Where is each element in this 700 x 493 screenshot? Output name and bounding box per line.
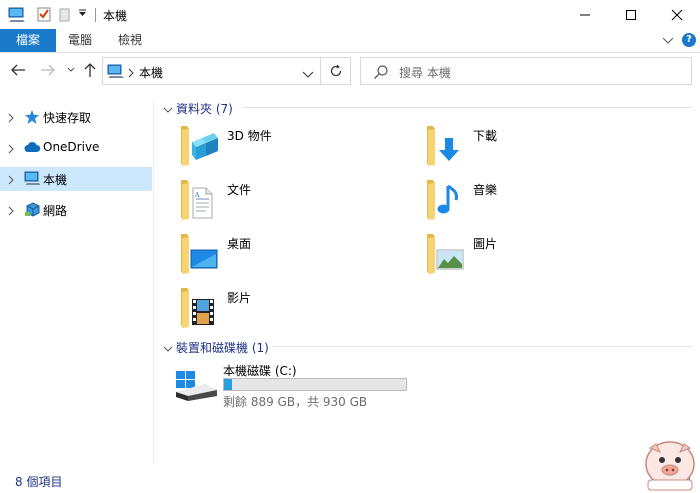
chevron-right-icon[interactable] [7,174,15,188]
desktop-icon [180,232,220,279]
search-input[interactable]: 搜尋 本機 [360,57,692,85]
address-bar[interactable]: 本機 [102,57,321,85]
drive-usage-fill [224,379,232,390]
chevron-right-icon[interactable] [127,67,135,81]
navigation-bar: 本機 搜尋 本機 [0,54,700,88]
drive-name: 本機磁碟 (C:) [223,364,297,378]
documents-icon: A [180,178,220,225]
chevron-right-icon[interactable] [7,143,15,157]
chevron-right-icon[interactable] [7,112,15,126]
file-list: 資料夾 (7) 3D 物件 下載 A 文件 音樂 桌面 圖片 影片 裝置和磁碟機… [160,96,700,466]
help-button[interactable]: ? [682,33,696,47]
search-placeholder: 搜尋 本機 [399,66,451,80]
folder-name: 音樂 [473,183,498,197]
new-folder-icon[interactable] [59,8,71,25]
item-count: 8 個項目 [15,475,63,489]
group-label: 裝置和磁碟機 (1) [176,341,269,355]
navigation-pane: 快速存取 OneDrive 本機 網路 [0,100,154,465]
chevron-down-icon[interactable] [302,68,314,82]
back-button[interactable] [10,62,26,78]
recent-locations-button[interactable] [63,62,79,78]
ribbon: 檔案 電腦 檢視 ? [0,29,700,53]
drive-item[interactable]: 本機磁碟 (C:) 剩餘 889 GB，共 930 GB [173,362,433,412]
folder-item[interactable]: 3D 物件 [180,124,420,174]
status-bar: 8 個項目 [0,467,700,493]
downloads-icon [426,124,466,171]
address-path[interactable]: 本機 [139,64,163,81]
tab-view[interactable]: 檢視 [110,29,150,52]
close-button[interactable] [654,0,700,30]
chevron-down-icon[interactable] [163,342,173,356]
network-icon [24,202,41,221]
svg-text:A: A [194,192,200,199]
watermark-logo [640,440,700,493]
up-button[interactable] [82,62,98,78]
this-pc-icon [24,171,41,189]
this-pc-icon[interactable] [8,7,26,26]
title-bar: 本機 [0,0,700,30]
folder-item[interactable]: 音樂 [426,178,666,228]
sidebar-item-label: 快速存取 [43,111,92,125]
properties-icon[interactable] [37,6,51,25]
folder-item[interactable]: 桌面 [180,232,420,282]
sidebar-item-this-pc[interactable]: 本機 [0,167,152,191]
cloud-icon [24,140,41,157]
search-icon [373,64,389,83]
folder-name: 圖片 [473,237,498,251]
window-title: 本機 [103,9,128,23]
chevron-down-icon[interactable] [662,34,674,48]
group-label: 資料夾 (7) [176,102,233,116]
folder-name: 下載 [473,129,498,143]
sidebar-item-onedrive[interactable]: OneDrive [0,136,152,160]
drive-usage-bar [223,378,407,391]
refresh-icon [330,64,341,77]
3d-objects-icon [180,124,220,171]
tab-file[interactable]: 檔案 [0,29,56,52]
group-divider [242,107,692,108]
sidebar-item-network[interactable]: 網路 [0,198,152,222]
pictures-icon [426,232,466,279]
title-separator [95,8,96,22]
group-header-devices[interactable]: 裝置和磁碟機 (1) [160,337,692,355]
forward-button[interactable] [40,62,56,78]
folder-name: 影片 [227,291,252,305]
tab-computer[interactable]: 電腦 [60,29,100,52]
videos-icon [180,286,220,333]
folder-item[interactable]: 下載 [426,124,666,174]
hard-drive-icon [175,370,219,405]
folder-item[interactable]: A 文件 [180,178,420,228]
sidebar-item-label: 網路 [43,204,68,218]
sidebar-item-quick-access[interactable]: 快速存取 [0,105,152,129]
group-divider [272,346,692,347]
music-icon [426,178,466,225]
folder-name: 文件 [227,183,252,197]
folder-name: 3D 物件 [227,129,272,143]
chevron-right-icon[interactable] [7,205,15,219]
customize-toolbar-icon[interactable] [78,8,87,20]
chevron-down-icon[interactable] [163,103,173,117]
minimize-button[interactable] [562,0,608,30]
folder-item[interactable]: 影片 [180,286,420,336]
folder-name: 桌面 [227,237,252,251]
refresh-button[interactable] [321,57,351,85]
sidebar-item-label: OneDrive [43,140,100,154]
drive-free-space: 剩餘 889 GB，共 930 GB [223,395,368,409]
star-icon [24,109,40,128]
this-pc-icon [107,64,125,82]
maximize-button[interactable] [608,0,654,30]
sidebar-item-label: 本機 [43,173,68,187]
group-header-folders[interactable]: 資料夾 (7) [160,98,692,116]
folder-item[interactable]: 圖片 [426,232,666,282]
